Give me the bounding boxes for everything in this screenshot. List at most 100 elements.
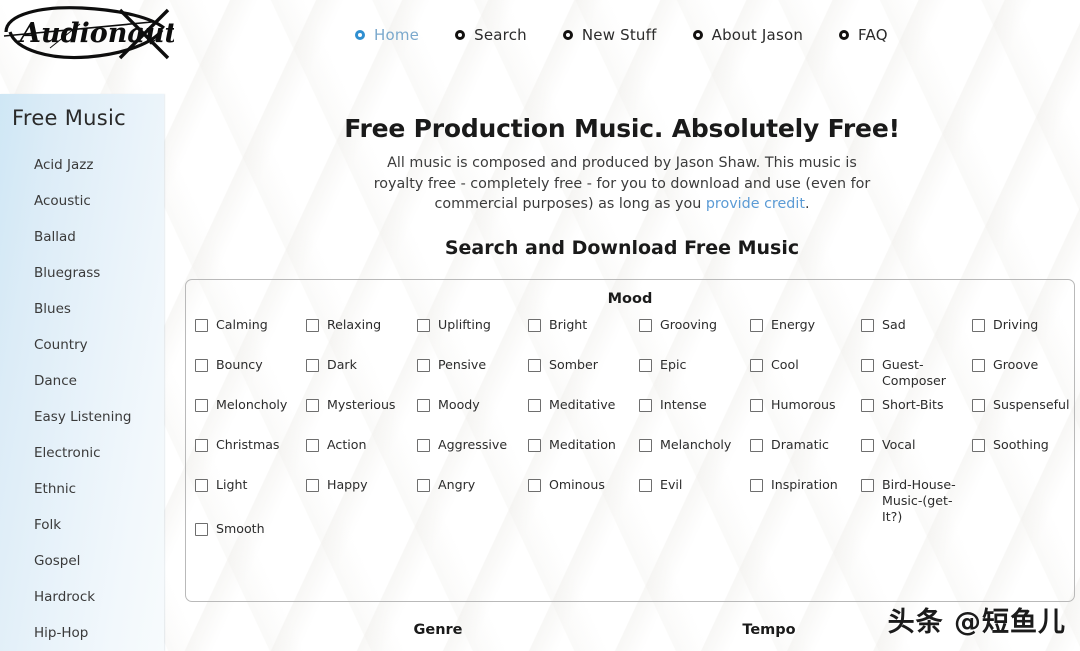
mood-option-groove[interactable]: Groove	[972, 357, 1080, 397]
mood-option-epic[interactable]: Epic	[639, 357, 750, 397]
checkbox-icon[interactable]	[417, 399, 430, 412]
mood-option-moody[interactable]: Moody	[417, 397, 528, 437]
mood-option-meloncholy[interactable]: Meloncholy	[195, 397, 306, 437]
nav-item-faq[interactable]: FAQ	[839, 26, 888, 44]
mood-option-uplifting[interactable]: Uplifting	[417, 317, 528, 357]
nav-item-about-jason[interactable]: About Jason	[692, 26, 803, 44]
mood-option-evil[interactable]: Evil	[639, 477, 750, 517]
mood-option-somber[interactable]: Somber	[528, 357, 639, 397]
checkbox-icon[interactable]	[861, 399, 874, 412]
mood-option-humorous[interactable]: Humorous	[750, 397, 861, 437]
mood-option-cool[interactable]: Cool	[750, 357, 861, 397]
mood-option-mysterious[interactable]: Mysterious	[306, 397, 417, 437]
mood-option-intense[interactable]: Intense	[639, 397, 750, 437]
checkbox-icon[interactable]	[195, 359, 208, 372]
mood-option-relaxing[interactable]: Relaxing	[306, 317, 417, 357]
checkbox-icon[interactable]	[306, 479, 319, 492]
mood-option-ominous[interactable]: Ominous	[528, 477, 639, 517]
mood-option-suspenseful[interactable]: Suspenseful	[972, 397, 1080, 437]
checkbox-icon[interactable]	[306, 399, 319, 412]
checkbox-icon[interactable]	[861, 479, 874, 492]
sidebar-item-ethnic[interactable]: Ethnic	[0, 471, 164, 507]
sidebar-item-bluegrass[interactable]: Bluegrass	[0, 255, 164, 291]
sidebar-item-easy-listening[interactable]: Easy Listening	[0, 399, 164, 435]
sidebar-item-folk[interactable]: Folk	[0, 507, 164, 543]
mood-option-christmas[interactable]: Christmas	[195, 437, 306, 477]
checkbox-icon[interactable]	[750, 479, 763, 492]
mood-option-calming[interactable]: Calming	[195, 317, 306, 357]
sidebar-item-hip-hop[interactable]: Hip-Hop	[0, 615, 164, 651]
checkbox-icon[interactable]	[417, 319, 430, 332]
sidebar-item-country[interactable]: Country	[0, 327, 164, 363]
mood-option-driving[interactable]: Driving	[972, 317, 1080, 357]
checkbox-icon[interactable]	[306, 359, 319, 372]
checkbox-icon[interactable]	[195, 399, 208, 412]
checkbox-icon[interactable]	[750, 399, 763, 412]
checkbox-icon[interactable]	[972, 319, 985, 332]
checkbox-icon[interactable]	[306, 319, 319, 332]
checkbox-icon[interactable]	[972, 359, 985, 372]
mood-option-guest-composer[interactable]: Guest-Composer	[861, 357, 972, 397]
mood-option-action[interactable]: Action	[306, 437, 417, 477]
checkbox-icon[interactable]	[639, 399, 652, 412]
mood-option-dark[interactable]: Dark	[306, 357, 417, 397]
sidebar-item-blues[interactable]: Blues	[0, 291, 164, 327]
sidebar-item-hardrock[interactable]: Hardrock	[0, 579, 164, 615]
sidebar-item-acoustic[interactable]: Acoustic	[0, 183, 164, 219]
checkbox-icon[interactable]	[639, 319, 652, 332]
checkbox-icon[interactable]	[861, 439, 874, 452]
mood-option-smooth[interactable]: Smooth	[195, 521, 265, 561]
sidebar-item-dance[interactable]: Dance	[0, 363, 164, 399]
mood-option-light[interactable]: Light	[195, 477, 306, 517]
checkbox-icon[interactable]	[528, 399, 541, 412]
checkbox-icon[interactable]	[417, 439, 430, 452]
sidebar-item-electronic[interactable]: Electronic	[0, 435, 164, 471]
mood-option-bird-house-music[interactable]: Bird-House-Music-(get-It?)	[861, 477, 972, 524]
mood-option-energy[interactable]: Energy	[750, 317, 861, 357]
checkbox-icon[interactable]	[195, 479, 208, 492]
sidebar-item-acid-jazz[interactable]: Acid Jazz	[0, 147, 164, 183]
mood-option-meditation[interactable]: Meditation	[528, 437, 639, 477]
mood-option-dramatic[interactable]: Dramatic	[750, 437, 861, 477]
mood-option-sad[interactable]: Sad	[861, 317, 972, 357]
mood-option-soothing[interactable]: Soothing	[972, 437, 1080, 477]
mood-option-bouncy[interactable]: Bouncy	[195, 357, 306, 397]
checkbox-icon[interactable]	[528, 359, 541, 372]
checkbox-icon[interactable]	[750, 439, 763, 452]
checkbox-icon[interactable]	[972, 399, 985, 412]
mood-option-angry[interactable]: Angry	[417, 477, 528, 517]
checkbox-icon[interactable]	[417, 359, 430, 372]
provide-credit-link[interactable]: provide credit	[706, 196, 805, 212]
checkbox-icon[interactable]	[195, 319, 208, 332]
checkbox-icon[interactable]	[528, 479, 541, 492]
site-logo[interactable]: Audionauti	[2, 2, 174, 64]
checkbox-icon[interactable]	[417, 479, 430, 492]
mood-option-vocal[interactable]: Vocal	[861, 437, 972, 477]
nav-item-new-stuff[interactable]: New Stuff	[562, 26, 657, 44]
mood-option-bright[interactable]: Bright	[528, 317, 639, 357]
mood-option-aggressive[interactable]: Aggressive	[417, 437, 528, 477]
nav-item-home[interactable]: Home	[355, 26, 419, 44]
mood-option-short-bits[interactable]: Short-Bits	[861, 397, 972, 437]
sidebar-item-ballad[interactable]: Ballad	[0, 219, 164, 255]
mood-option-pensive[interactable]: Pensive	[417, 357, 528, 397]
mood-option-grooving[interactable]: Grooving	[639, 317, 750, 357]
checkbox-icon[interactable]	[750, 359, 763, 372]
checkbox-icon[interactable]	[750, 319, 763, 332]
sidebar-item-gospel[interactable]: Gospel	[0, 543, 164, 579]
checkbox-icon[interactable]	[528, 319, 541, 332]
checkbox-icon[interactable]	[306, 439, 319, 452]
mood-option-melancholy[interactable]: Melancholy	[639, 437, 750, 477]
checkbox-icon[interactable]	[639, 359, 652, 372]
checkbox-icon[interactable]	[639, 439, 652, 452]
mood-option-meditative[interactable]: Meditative	[528, 397, 639, 437]
checkbox-icon[interactable]	[972, 439, 985, 452]
checkbox-icon[interactable]	[861, 319, 874, 332]
checkbox-icon[interactable]	[861, 359, 874, 372]
checkbox-icon[interactable]	[195, 523, 208, 536]
nav-item-search[interactable]: Search	[455, 26, 527, 44]
checkbox-icon[interactable]	[528, 439, 541, 452]
checkbox-icon[interactable]	[639, 479, 652, 492]
mood-option-inspiration[interactable]: Inspiration	[750, 477, 861, 517]
checkbox-icon[interactable]	[195, 439, 208, 452]
